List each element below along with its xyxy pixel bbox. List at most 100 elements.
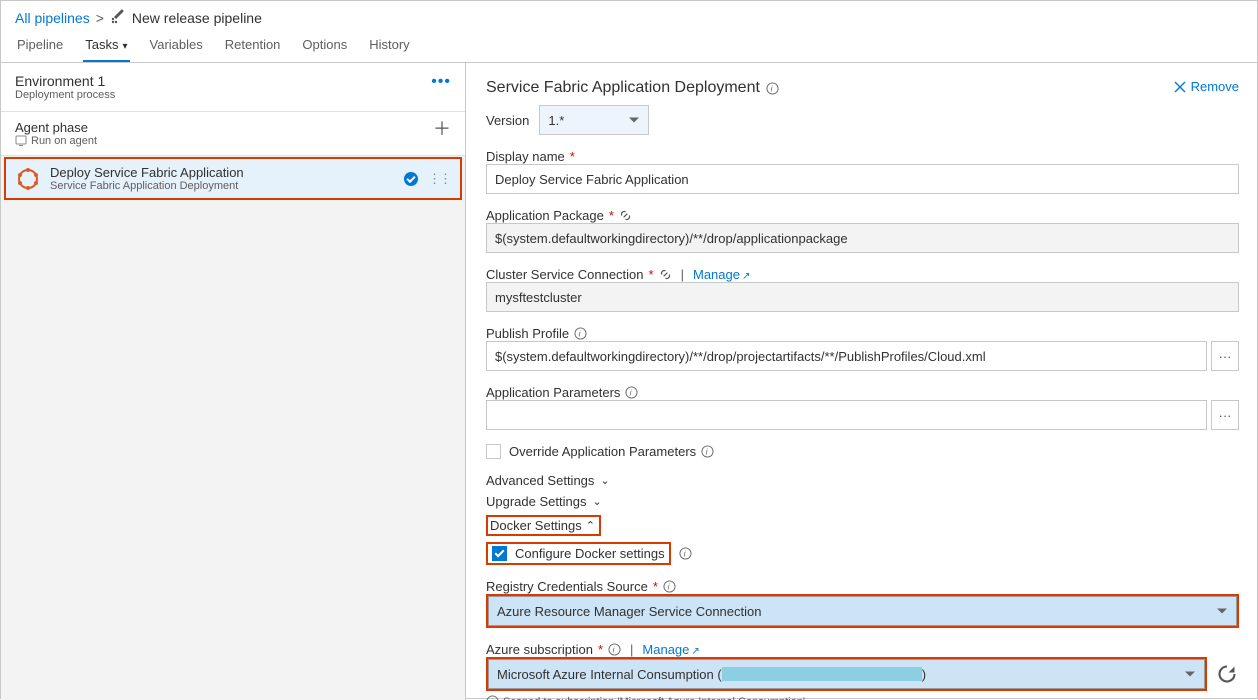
- info-icon[interactable]: i: [608, 643, 621, 656]
- chevron-down-icon: ⌄: [592, 495, 601, 508]
- override-label: Override Application Parameters i: [509, 444, 714, 459]
- override-row: Override Application Parameters i: [486, 444, 1239, 459]
- version-row: Version 1.*: [486, 105, 1239, 135]
- configure-docker-label: Configure Docker settings: [515, 546, 665, 561]
- app-params-row: Application Parameters i ···: [486, 385, 1239, 430]
- breadcrumb: All pipelines > New release pipeline: [1, 1, 1257, 29]
- tab-pipeline[interactable]: Pipeline: [15, 31, 65, 62]
- tab-options[interactable]: Options: [300, 31, 349, 62]
- environment-subtitle: Deployment process: [15, 89, 115, 101]
- main-split: Environment 1 Deployment process ••• Age…: [1, 63, 1257, 700]
- cluster-input[interactable]: [486, 282, 1239, 312]
- link-icon[interactable]: [659, 268, 672, 281]
- details-title: Service Fabric Application Deployment: [486, 79, 760, 97]
- azure-sub-suffix: ): [922, 667, 926, 682]
- remove-label: Remove: [1191, 79, 1239, 94]
- svg-text:i: i: [706, 446, 709, 456]
- cluster-label: Cluster Service Connection * | Manage↗: [486, 267, 1239, 282]
- left-pane: Environment 1 Deployment process ••• Age…: [1, 63, 466, 700]
- task-status-check-icon: [404, 172, 418, 186]
- tabs-nav: Pipeline Tasks ▾ Variables Retention Opti…: [1, 29, 1257, 63]
- scope-text: Scoped to subscription 'Microsoft Azure …: [503, 696, 805, 700]
- info-icon[interactable]: i: [574, 327, 587, 340]
- details-pane: Service Fabric Application Deployment i …: [466, 63, 1257, 700]
- info-icon[interactable]: i: [701, 445, 714, 458]
- agent-phase-subtitle: Run on agent: [15, 135, 97, 147]
- publish-profile-input[interactable]: [486, 341, 1207, 371]
- task-text: Deploy Service Fabric Application Servic…: [50, 165, 244, 192]
- service-fabric-icon: [16, 167, 40, 191]
- info-icon: i: [486, 695, 499, 700]
- breadcrumb-separator: >: [96, 10, 104, 26]
- publish-profile-row: Publish Profile i ···: [486, 326, 1239, 371]
- configure-docker-row: Configure Docker settings i: [486, 542, 1239, 565]
- version-select-wrap: 1.*: [539, 105, 649, 135]
- publish-profile-browse-button[interactable]: ···: [1211, 341, 1239, 371]
- task-drag-handle[interactable]: ⋮⋮: [428, 172, 450, 185]
- breadcrumb-root-link[interactable]: All pipelines: [15, 10, 90, 26]
- display-name-row: Display name *: [486, 149, 1239, 194]
- azure-subscription-select[interactable]: Microsoft Azure Internal Consumption ( ): [488, 659, 1205, 689]
- app-package-row: Application Package *: [486, 208, 1239, 253]
- svg-text:i: i: [683, 548, 686, 558]
- environment-title: Environment 1: [15, 73, 115, 89]
- docker-settings-header[interactable]: Docker Settings ⌃: [486, 515, 1239, 536]
- environment-header[interactable]: Environment 1 Deployment process •••: [1, 63, 465, 112]
- remove-task-button[interactable]: Remove: [1174, 79, 1239, 94]
- svg-text:i: i: [579, 328, 582, 338]
- azure-subscription-row: Azure subscription * i | Manage↗ Microso…: [486, 642, 1239, 700]
- docker-settings-label: Docker Settings: [490, 518, 582, 533]
- advanced-settings-label: Advanced Settings: [486, 473, 594, 488]
- tab-variables[interactable]: Variables: [148, 31, 205, 62]
- chevron-down-icon: ▾: [123, 41, 128, 52]
- override-checkbox[interactable]: [486, 444, 501, 459]
- app-package-input[interactable]: [486, 223, 1239, 253]
- manage-link[interactable]: Manage↗: [693, 267, 750, 282]
- manage-subscription-link[interactable]: Manage↗: [642, 642, 699, 657]
- app-params-label: Application Parameters i: [486, 385, 1239, 400]
- release-icon: [110, 9, 126, 27]
- info-icon[interactable]: i: [663, 580, 676, 593]
- app-params-input[interactable]: [486, 400, 1207, 430]
- task-row-selected[interactable]: Deploy Service Fabric Application Servic…: [4, 157, 462, 200]
- cluster-row: Cluster Service Connection * | Manage↗: [486, 267, 1239, 312]
- app-package-label: Application Package *: [486, 208, 1239, 223]
- subscription-scope-note: i Scoped to subscription 'Microsoft Azur…: [486, 695, 1239, 700]
- agent-icon: [15, 135, 27, 147]
- svg-text:i: i: [668, 581, 671, 591]
- add-task-button[interactable]: ＋: [433, 120, 451, 138]
- task-subtitle: Service Fabric Application Deployment: [50, 180, 244, 192]
- display-name-input[interactable]: [486, 164, 1239, 194]
- environment-more-button[interactable]: •••: [431, 73, 451, 91]
- tab-retention[interactable]: Retention: [223, 31, 283, 62]
- tab-history[interactable]: History: [367, 31, 411, 62]
- agent-phase-row[interactable]: Agent phase Run on agent ＋: [1, 112, 465, 156]
- separator: |: [630, 642, 633, 657]
- tab-tasks[interactable]: Tasks ▾: [83, 31, 129, 62]
- registry-source-select-wrap: Azure Resource Manager Service Connectio…: [486, 594, 1239, 628]
- advanced-settings-header[interactable]: Advanced Settings ⌄: [486, 473, 1239, 488]
- svg-text:i: i: [630, 387, 633, 397]
- redacted-subscription-id: [722, 667, 922, 681]
- details-title-row: Service Fabric Application Deployment i: [486, 79, 779, 97]
- app-params-browse-button[interactable]: ···: [1211, 400, 1239, 430]
- close-icon: [1174, 81, 1186, 93]
- chevron-down-icon: ⌄: [600, 474, 609, 487]
- configure-docker-checkbox[interactable]: [492, 546, 507, 561]
- refresh-icon[interactable]: [1215, 662, 1239, 686]
- link-icon[interactable]: [619, 209, 632, 222]
- azure-subscription-select-wrap: Microsoft Azure Internal Consumption ( ): [486, 657, 1207, 691]
- registry-source-row: Registry Credentials Source * i Azure Re…: [486, 579, 1239, 628]
- separator: |: [681, 267, 684, 282]
- version-select[interactable]: 1.*: [539, 105, 649, 135]
- registry-source-select[interactable]: Azure Resource Manager Service Connectio…: [488, 596, 1237, 626]
- breadcrumb-current: New release pipeline: [132, 10, 262, 26]
- version-label: Version: [486, 113, 529, 128]
- svg-text:i: i: [613, 644, 616, 654]
- upgrade-settings-header[interactable]: Upgrade Settings ⌄: [486, 494, 1239, 509]
- info-icon[interactable]: i: [679, 547, 692, 560]
- tab-tasks-label: Tasks: [85, 37, 118, 52]
- info-icon[interactable]: i: [766, 82, 779, 95]
- display-name-label: Display name *: [486, 149, 1239, 164]
- info-icon[interactable]: i: [625, 386, 638, 399]
